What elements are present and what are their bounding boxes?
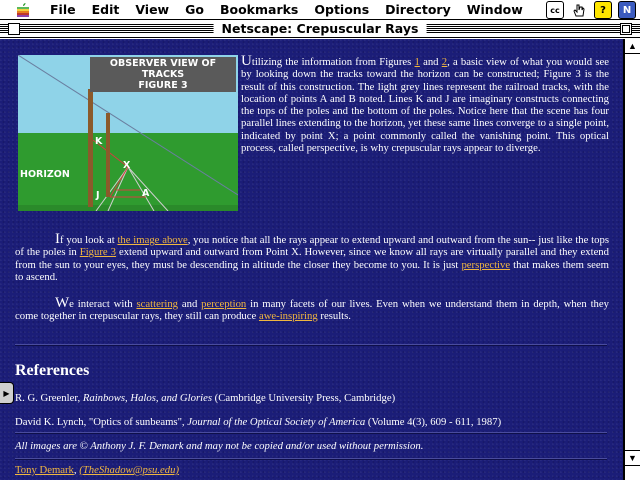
link-perception[interactable]: perception: [201, 298, 246, 310]
reference-2: David K. Lynch, "Optics of sunbeams", Jo…: [15, 416, 609, 428]
link-perspective[interactable]: perspective: [461, 259, 510, 271]
menu-go[interactable]: Go: [177, 0, 212, 20]
ref1-author: R. G. Greenler,: [15, 392, 83, 404]
ref2-author: David K. Lynch, "Optics of sunbeams",: [15, 416, 188, 428]
email-link[interactable]: (TheShadow@psu.edu): [79, 464, 179, 476]
paragraph-1: Utilizing the information from Figures 1…: [241, 53, 609, 155]
figure-3-image: OBSERVER VIEW OF TRACKS FIGURE 3 HORIZON…: [18, 55, 238, 211]
scroll-track[interactable]: [625, 55, 640, 449]
author-link[interactable]: Tony Demark: [15, 464, 74, 476]
page-content: OBSERVER VIEW OF TRACKS FIGURE 3 HORIZON…: [0, 39, 624, 480]
ref1-publisher: (Cambridge University Press, Cambridge): [212, 392, 396, 404]
paragraph-2: If you look at the image above, you noti…: [15, 232, 609, 283]
p1-text-2: and: [419, 56, 442, 68]
side-drawer-tab[interactable]: ▶: [0, 382, 14, 404]
menu-edit[interactable]: Edit: [84, 0, 128, 20]
link-image-above[interactable]: the image above: [117, 234, 187, 246]
ref1-title: Rainbows, Halos, and Glories: [82, 392, 212, 404]
divider-2: [15, 432, 607, 434]
paragraph-3: We interact with scattering and percepti…: [15, 295, 609, 323]
hand-pointer-icon[interactable]: [570, 1, 588, 19]
figure-a-label: A: [142, 188, 150, 199]
link-figure-3[interactable]: Figure 3: [80, 246, 116, 258]
browser-window: Netscape: Crepuscular Rays OBSERVER VIEW…: [0, 20, 640, 480]
menu-directory[interactable]: Directory: [377, 0, 459, 20]
p2-text-1: f you look at: [60, 234, 118, 246]
zoom-box[interactable]: [620, 23, 632, 35]
menu-options[interactable]: Options: [306, 0, 377, 20]
ref2-journal: Journal of the Optical Society of Americ…: [187, 416, 366, 428]
p3-text-4: results.: [317, 310, 351, 323]
cc-icon[interactable]: cc: [546, 1, 564, 19]
figure-label: OBSERVER VIEW OF TRACKS FIGURE 3: [90, 57, 236, 92]
apple-menu-icon[interactable]: [14, 2, 32, 18]
p3-text-2: and: [178, 298, 202, 310]
figure-label-line1: OBSERVER VIEW OF TRACKS: [109, 58, 217, 80]
divider-1: [15, 344, 607, 346]
copyright-notice: All images are © Anthony J. F. Demark an…: [15, 440, 424, 452]
figure-horizon-label: HORIZON: [20, 169, 70, 180]
menubar: File Edit View Go Bookmarks Options Dire…: [0, 0, 640, 20]
menu-file[interactable]: File: [42, 0, 84, 20]
p1-text-3: , a basic view of what you would see by …: [241, 56, 609, 155]
close-box[interactable]: [8, 23, 20, 35]
figure-x-label: X: [123, 160, 131, 171]
figure-k-label: K: [95, 136, 103, 147]
scroll-down-arrow-icon[interactable]: ▼: [625, 450, 640, 465]
references-heading: References: [15, 362, 90, 379]
reference-1: R. G. Greenler, Rainbows, Halos, and Glo…: [15, 392, 609, 404]
p1-text-1: tilizing the information from Figures: [251, 56, 415, 68]
link-awe-inspiring[interactable]: awe-inspiring: [259, 310, 318, 322]
dropcap-u: U: [241, 53, 252, 69]
menu-view[interactable]: View: [127, 0, 177, 20]
window-title: Netscape: Crepuscular Rays: [213, 21, 427, 37]
resize-grow-box[interactable]: [624, 465, 640, 480]
footer: Tony Demark, (TheShadow@psu.edu): [15, 464, 609, 476]
vertical-scrollbar[interactable]: ▲ ▼: [624, 39, 640, 480]
figure-label-line2: FIGURE 3: [138, 80, 188, 91]
ref2-volume: (Volume 4(3), 609 - 611, 1987): [365, 416, 502, 428]
menu-bookmarks[interactable]: Bookmarks: [212, 0, 306, 20]
scroll-up-arrow-icon[interactable]: ▲: [625, 39, 640, 54]
link-scattering[interactable]: scattering: [136, 298, 178, 310]
dropcap-w: W: [55, 295, 70, 311]
netscape-icon[interactable]: N: [618, 1, 636, 19]
figure-j-label: J: [96, 190, 100, 201]
divider-3: [15, 458, 607, 460]
help-icon[interactable]: ?: [594, 1, 612, 19]
p3-text-1: e interact with: [69, 298, 137, 310]
menu-window[interactable]: Window: [459, 0, 531, 20]
